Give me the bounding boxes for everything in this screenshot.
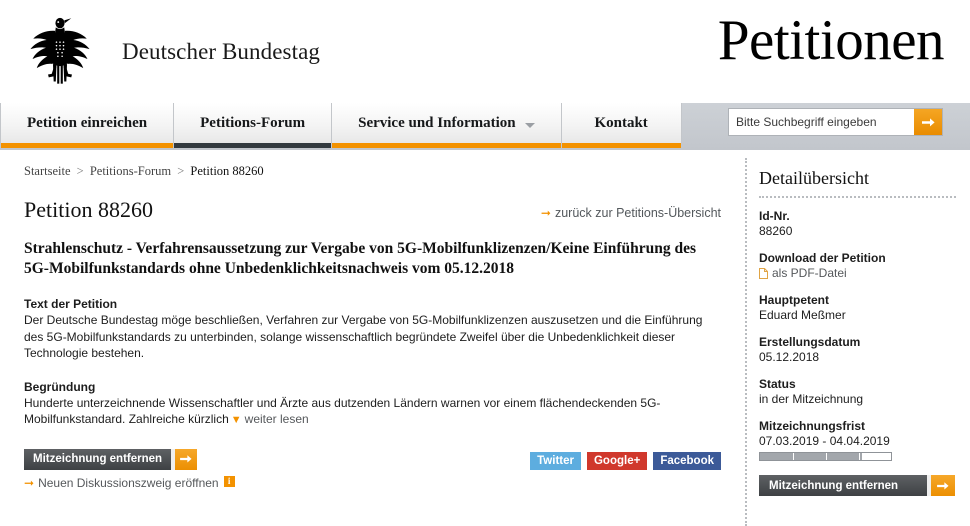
content-area: Startseite > Petitions-Forum > Petition … <box>0 150 970 526</box>
social-share-buttons: Twitter Google+ Facebook <box>530 452 721 470</box>
breadcrumb-separator: > <box>76 164 84 178</box>
breadcrumb: Startseite > Petitions-Forum > Petition … <box>24 164 721 179</box>
arrow-right-icon <box>921 117 935 126</box>
share-twitter-button[interactable]: Twitter <box>530 452 581 470</box>
sidebar-label-deadline: Mitzeichnungsfrist <box>759 419 866 433</box>
arrow-right-icon: ➞ <box>540 206 551 220</box>
pdf-file-icon <box>759 267 768 279</box>
remove-signature-label: Mitzeichnung entfernen <box>24 448 172 470</box>
sidebar-label-download: Download der Petition <box>759 251 886 265</box>
nav-items: Petition einreichen Petitions-Forum Serv… <box>0 103 682 148</box>
sidebar-label-id: Id-Nr. <box>759 209 790 223</box>
new-discussion-thread-link[interactable]: ➞ Neuen Diskussionszweig eröffnen i <box>24 476 235 490</box>
breadcrumb-separator: > <box>177 164 185 178</box>
sidebar-label-petent: Hauptpetent <box>759 293 829 307</box>
share-facebook-button[interactable]: Facebook <box>653 452 721 470</box>
sidebar-value-created: 05.12.2018 <box>759 350 820 364</box>
detail-sidebar: Detailübersicht Id-Nr. 88260 Download de… <box>745 150 970 526</box>
sidebar-block-status: Status in der Mitzeichnung <box>759 377 970 406</box>
nav-label: Petitions-Forum <box>200 114 306 131</box>
breadcrumb-item-petitions-forum[interactable]: Petitions-Forum <box>90 164 171 178</box>
sidebar-remove-signature-button[interactable]: Mitzeichnung entfernen <box>759 475 955 496</box>
sidebar-value-deadline: 07.03.2019 - 04.04.2019 <box>759 434 890 448</box>
site-header: Deutscher Bundestag Petitionen <box>0 0 970 103</box>
petition-text-heading: Text der Petition <box>24 297 118 311</box>
chevron-down-icon <box>524 122 535 128</box>
pdf-link-label: als PDF-Datei <box>772 266 847 280</box>
sidebar-block-id: Id-Nr. 88260 <box>759 209 970 238</box>
nav-item-petition-einreichen[interactable]: Petition einreichen <box>0 103 175 148</box>
nav-label: Petition einreichen <box>27 114 148 131</box>
sidebar-label-status: Status <box>759 377 796 391</box>
sidebar-value-id: 88260 <box>759 224 793 238</box>
sidebar-block-deadline: Mitzeichnungsfrist 07.03.2019 - 04.04.20… <box>759 419 970 461</box>
breadcrumb-item-startseite[interactable]: Startseite <box>24 164 71 178</box>
petition-title: Strahlenschutz - Verfahrensaussetzung zu… <box>24 240 697 277</box>
arrow-down-icon: ▼ <box>230 414 242 426</box>
sidebar-block-petent: Hauptpetent Eduard Meßmer <box>759 293 970 322</box>
search-box <box>728 108 943 136</box>
arrow-right-icon <box>175 448 198 470</box>
search-submit-button[interactable] <box>914 109 942 135</box>
status-badge: in der Mitzeichnung <box>759 392 864 406</box>
search-input[interactable] <box>729 109 914 135</box>
back-to-overview-link[interactable]: ➞ zurück zur Petitions-Übersicht <box>541 206 721 222</box>
nav-item-service-und-information[interactable]: Service und Information <box>332 103 562 148</box>
brand-title: Deutscher Bundestag <box>122 38 320 64</box>
main-navigation-bar: Petition einreichen Petitions-Forum Serv… <box>0 103 970 150</box>
arrow-right-icon: ➞ <box>24 476 35 490</box>
petition-text-body: Der Deutsche Bundestag möge beschließen,… <box>24 313 703 360</box>
nav-label: Kontakt <box>594 114 648 131</box>
breadcrumb-item-current: Petition 88260 <box>190 164 264 178</box>
reason-text: Hunderte unterzeichnende Wissenschaftler… <box>24 395 661 427</box>
title-row: Petition 88260 ➞ zurück zur Petitions-Übe… <box>24 197 721 223</box>
info-icon[interactable]: i <box>223 476 235 487</box>
page-root: Deutscher Bundestag Petitionen Petition … <box>0 0 970 526</box>
back-link-label: zurück zur Petitions-Übersicht <box>554 206 721 220</box>
main-column: Startseite > Petitions-Forum > Petition … <box>0 150 745 526</box>
pdf-download-link[interactable]: als PDF-Datei <box>759 266 970 280</box>
arrow-right-icon <box>931 475 955 496</box>
nav-item-petitions-forum[interactable]: Petitions-Forum <box>174 103 333 148</box>
new-thread-label: Neuen Diskussionszweig eröffnen <box>38 476 219 490</box>
sidebar-value-petent: Eduard Meßmer <box>759 308 846 322</box>
content-divider <box>745 158 747 526</box>
sidebar-block-created: Erstellungsdatum 05.12.2018 <box>759 335 970 364</box>
nav-item-kontakt[interactable]: Kontakt <box>561 103 682 148</box>
bundesadler-logo-icon <box>30 17 90 84</box>
remove-signature-button[interactable]: Mitzeichnung entfernen <box>24 448 198 470</box>
read-more-link[interactable]: weiter lesen <box>245 412 309 426</box>
share-googleplus-button[interactable]: Google+ <box>586 452 648 470</box>
sidebar-divider <box>759 196 956 198</box>
progress-fill <box>760 453 863 460</box>
portal-title: Petitionen <box>717 9 945 72</box>
sidebar-remove-signature-label: Mitzeichnung entfernen <box>759 475 927 496</box>
sidebar-label-created: Erstellungsdatum <box>759 335 861 349</box>
page-title: Petition 88260 <box>24 197 153 222</box>
sidebar-title: Detailübersicht <box>759 168 869 188</box>
sidebar-block-download: Download der Petition als PDF-Datei <box>759 251 970 280</box>
petition-reason-heading: Begründung <box>24 379 96 394</box>
deadline-progress-bar <box>759 452 892 461</box>
nav-label: Service und Information <box>358 114 516 131</box>
petition-reason-body: Hunderte unterzeichnende Wissenschaftler… <box>24 395 714 429</box>
